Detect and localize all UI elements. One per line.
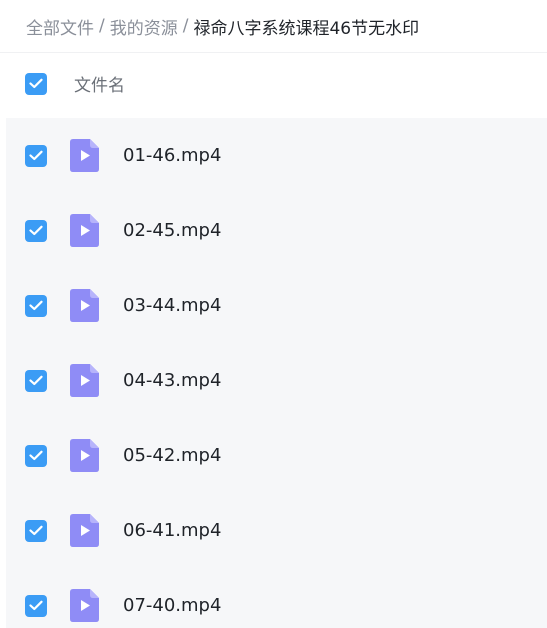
checkmark-icon <box>29 150 43 161</box>
file-checkbox[interactable] <box>25 144 47 167</box>
video-file-icon <box>70 289 99 322</box>
file-row[interactable]: 05-42.mp4 <box>6 418 547 493</box>
file-row[interactable]: 06-41.mp4 <box>6 493 547 568</box>
file-checkbox[interactable] <box>25 369 47 392</box>
file-checkbox[interactable] <box>25 519 47 542</box>
list-header: 文件名 <box>0 52 547 114</box>
file-name[interactable]: 07-40.mp4 <box>123 595 221 616</box>
column-header-filename[interactable]: 文件名 <box>74 71 125 96</box>
file-checkbox[interactable] <box>25 444 47 467</box>
file-row[interactable]: 01-46.mp4 <box>6 118 547 193</box>
file-checkbox[interactable] <box>25 219 47 242</box>
checkmark-icon <box>29 450 43 461</box>
breadcrumb-separator: / <box>99 16 105 36</box>
video-file-icon <box>70 514 99 547</box>
video-file-icon <box>70 139 99 172</box>
file-row[interactable]: 04-43.mp4 <box>6 343 547 418</box>
file-row[interactable]: 02-45.mp4 <box>6 193 547 268</box>
file-name[interactable]: 05-42.mp4 <box>123 445 221 466</box>
file-name[interactable]: 03-44.mp4 <box>123 295 221 316</box>
video-file-icon <box>70 364 99 397</box>
checkmark-icon <box>29 225 43 236</box>
breadcrumb-all-files[interactable]: 全部文件 <box>26 14 94 39</box>
file-name[interactable]: 01-46.mp4 <box>123 145 221 166</box>
file-row[interactable]: 07-40.mp4 <box>6 568 547 628</box>
file-name[interactable]: 02-45.mp4 <box>123 220 221 241</box>
checkmark-icon <box>29 78 43 89</box>
file-browser: 全部文件 / 我的资源 / 禄命八字系统课程46节无水印 文件名 01-46.m… <box>0 0 547 628</box>
select-all-checkbox[interactable] <box>25 72 47 95</box>
file-checkbox[interactable] <box>25 594 47 617</box>
file-row[interactable]: 03-44.mp4 <box>6 268 547 343</box>
video-file-icon <box>70 439 99 472</box>
checkmark-icon <box>29 525 43 536</box>
file-list: 01-46.mp4 02-45.mp4 03-44.mp4 04-43.mp4 05-4… <box>6 118 547 628</box>
breadcrumb-my-resources[interactable]: 我的资源 <box>110 14 178 39</box>
file-name[interactable]: 06-41.mp4 <box>123 520 221 541</box>
breadcrumb-current-folder: 禄命八字系统课程46节无水印 <box>193 18 420 39</box>
breadcrumb: 全部文件 / 我的资源 / 禄命八字系统课程46节无水印 <box>0 0 547 52</box>
checkmark-icon <box>29 600 43 611</box>
checkmark-icon <box>29 375 43 386</box>
breadcrumb-separator: / <box>182 16 189 36</box>
video-file-icon <box>70 214 99 247</box>
checkmark-icon <box>29 300 43 311</box>
file-checkbox[interactable] <box>25 294 47 317</box>
file-name[interactable]: 04-43.mp4 <box>123 370 221 391</box>
video-file-icon <box>70 589 99 622</box>
